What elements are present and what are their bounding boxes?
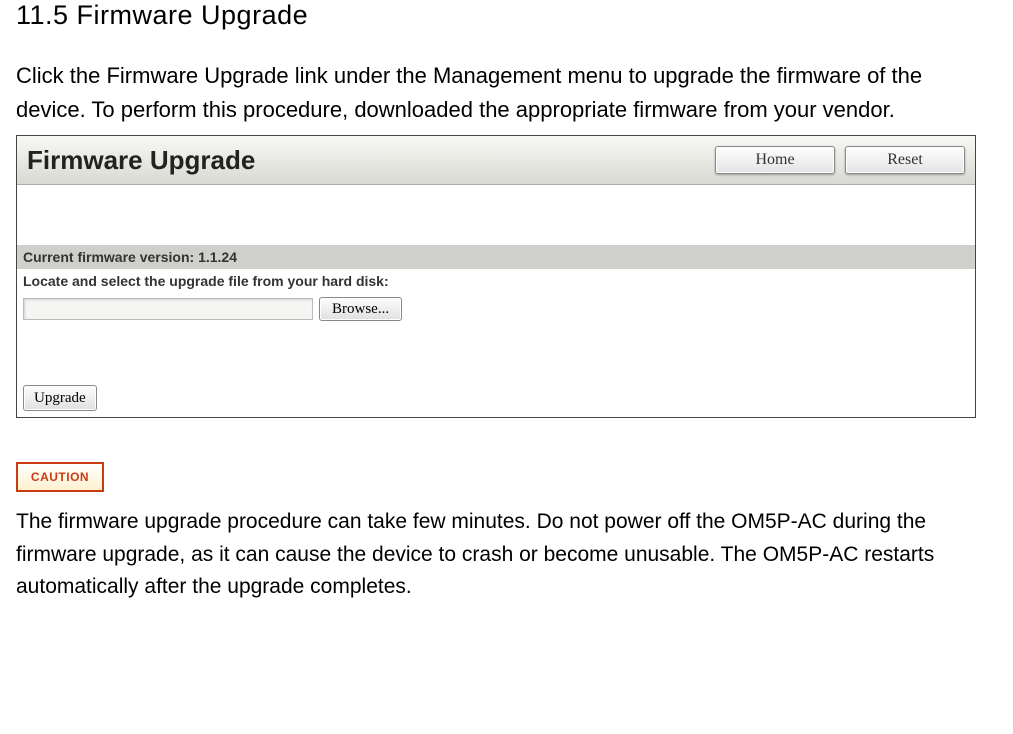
panel-title: Firmware Upgrade <box>27 145 255 176</box>
panel-title-text: Firmware Upgrade <box>27 145 255 176</box>
panel-header-buttons: Home Reset <box>715 146 965 174</box>
upgrade-button[interactable]: Upgrade <box>23 385 97 411</box>
select-file-label-row: Locate and select the upgrade file from … <box>17 269 975 293</box>
upgrade-button-row: Upgrade <box>17 381 975 417</box>
upgrade-file-input[interactable] <box>23 298 313 320</box>
browse-button[interactable]: Browse... <box>319 297 402 321</box>
firmware-version-label: Current firmware version: <box>23 249 198 265</box>
reset-button[interactable]: Reset <box>845 146 965 174</box>
panel-spacer <box>17 185 975 245</box>
caution-badge-wrap: CAUTION <box>16 462 997 492</box>
firmware-version-row: Current firmware version: 1.1.24 <box>17 245 975 269</box>
file-picker-row: Browse... <box>17 293 975 325</box>
firmware-version-value: 1.1.24 <box>198 249 237 265</box>
firmware-upgrade-panel: Firmware Upgrade Home Reset Current firm… <box>16 135 976 418</box>
caution-paragraph: The firmware upgrade procedure can take … <box>16 506 997 604</box>
intro-paragraph: Click the Firmware Upgrade link under th… <box>16 59 997 127</box>
section-heading: 11.5 Firmware Upgrade <box>16 0 997 31</box>
home-button[interactable]: Home <box>715 146 835 174</box>
caution-icon: CAUTION <box>16 462 104 492</box>
panel-header: Firmware Upgrade Home Reset <box>17 136 975 185</box>
select-file-label: Locate and select the upgrade file from … <box>23 273 389 289</box>
